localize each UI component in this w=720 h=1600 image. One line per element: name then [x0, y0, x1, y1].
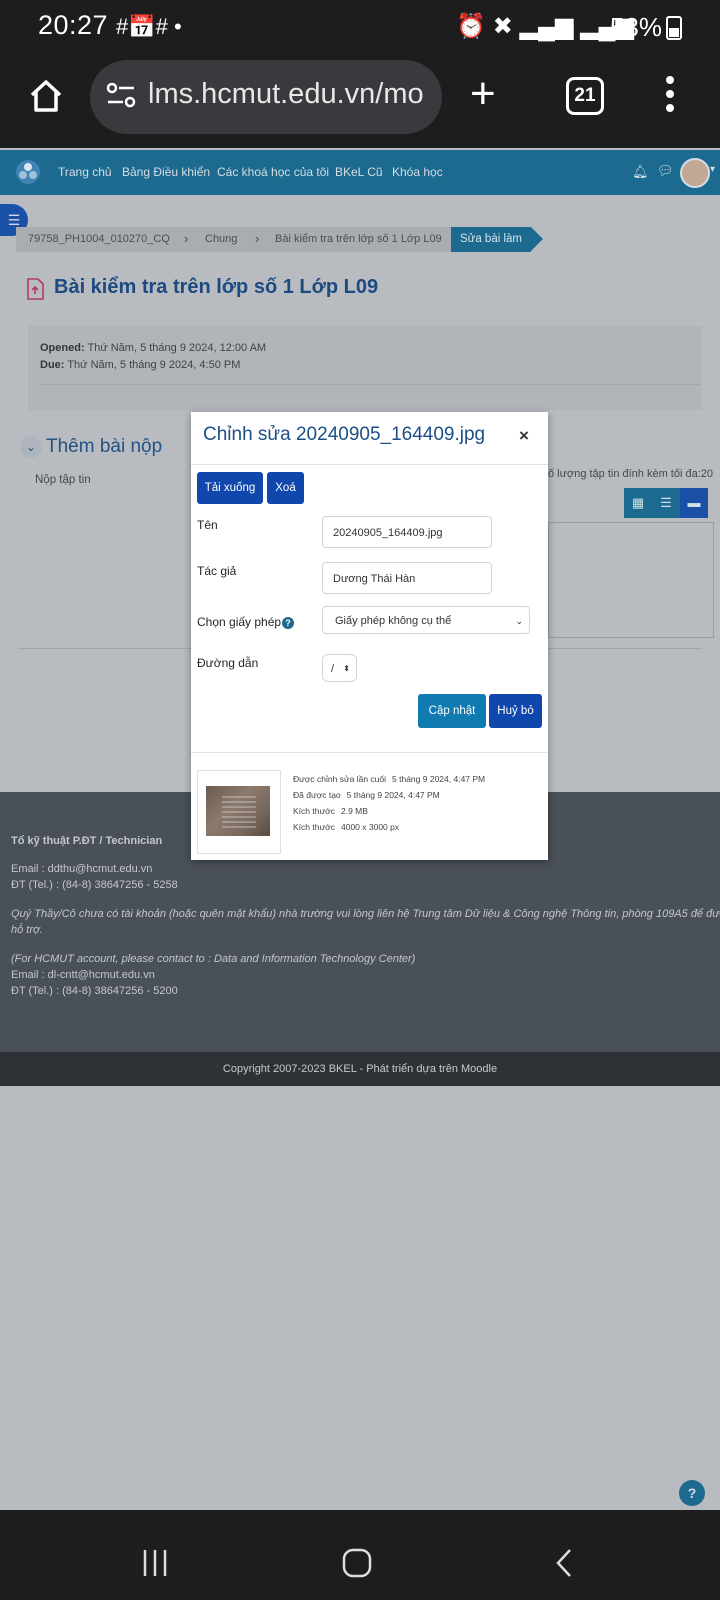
user-avatar[interactable] — [680, 158, 710, 188]
breadcrumb-arrow — [531, 227, 543, 251]
battery-icon — [666, 16, 682, 40]
section-title[interactable]: Thêm bài nộp — [46, 436, 162, 458]
copyright: Copyright 2007-2023 BKEL - Phát triển dự… — [0, 1052, 720, 1086]
address-bar[interactable]: lms.hcmut.edu.vn/mo — [90, 60, 442, 134]
status-bar: 20:27 #📅# • ⏰ ✖ ▂▄▆ ▂▄▆ 53% — [0, 0, 720, 52]
license-selected-value: Giấy phép không cụ thể — [335, 615, 452, 627]
footer-heading: Tổ kỹ thuật P.ĐT / Technician — [11, 835, 163, 847]
filename-input[interactable]: 20240905_164409.jpg — [322, 516, 492, 548]
footer-notice-line-2: hỗ trợ. — [11, 924, 43, 936]
license-select[interactable]: Giấy phép không cụ thể ⌄ — [322, 606, 530, 634]
name-label: Tên — [197, 518, 218, 532]
page-title: Bài kiểm tra trên lớp số 1 Lớp L09 — [54, 276, 379, 298]
chevron-down-icon[interactable]: ⌄ — [20, 436, 42, 458]
recent-apps-icon[interactable] — [140, 1548, 170, 1578]
download-button[interactable]: Tải xuống — [197, 472, 263, 504]
breadcrumb-section[interactable]: Chung — [205, 233, 237, 245]
file-thumbnail-image — [206, 786, 270, 836]
home-button-icon[interactable] — [342, 1548, 372, 1578]
nav-courses[interactable]: Khóa học — [392, 165, 443, 179]
author-label: Tác giả — [197, 564, 237, 578]
browser-toolbar: lms.hcmut.edu.vn/mo + 21 — [0, 52, 720, 148]
close-icon[interactable]: × — [519, 426, 529, 446]
path-selected-value: / — [331, 663, 335, 675]
opened-date: Opened: Thứ Năm, 5 tháng 9 2024, 12:00 A… — [40, 342, 267, 354]
edit-file-dialog: Chỉnh sửa 20240905_164409.jpg × Tải xuốn… — [191, 412, 548, 860]
footer-tel-2: ĐT (Tel.) : (84-8) 38647256 - 5200 — [11, 985, 178, 997]
meta-dimensions: Kích thước 4000 x 3000 px — [293, 822, 400, 832]
footer-notice-line-1: Quý Thầy/Cô chưa có tài khoản (hoặc quên… — [11, 908, 720, 920]
chevron-right-icon: › — [184, 231, 189, 246]
cancel-button[interactable]: Huỷ bỏ — [489, 694, 542, 728]
delete-button[interactable]: Xoá — [267, 472, 304, 504]
file-submission-label: Nộp tập tin — [35, 474, 91, 486]
meta-created: Đã được tạo 5 tháng 9 2024, 4:47 PM — [293, 790, 440, 800]
license-label: Chọn giấy phép — [197, 615, 282, 629]
footer-email-1[interactable]: Email : ddthu@hcmut.edu.vn — [11, 863, 152, 875]
nav-my-courses[interactable]: Các khoá học của tôi — [217, 165, 329, 179]
back-icon[interactable] — [550, 1548, 580, 1578]
dialog-divider — [191, 752, 548, 753]
help-icon[interactable]: ? — [282, 617, 294, 629]
notification-icons: #📅# • — [116, 14, 182, 39]
breadcrumb-assignment[interactable]: Bài kiểm tra trên lớp số 1 Lớp L09 — [275, 233, 442, 245]
system-navigation-bar — [0, 1510, 720, 1600]
chevron-right-icon: › — [255, 231, 260, 246]
file-drop-area[interactable] — [548, 522, 714, 638]
nav-home[interactable]: Trang chủ — [58, 165, 112, 179]
meta-filesize: Kích thước 2.9 MB — [293, 806, 368, 816]
new-tab-icon[interactable]: + — [470, 72, 496, 116]
bk-logo-icon[interactable] — [14, 158, 42, 186]
author-input[interactable]: Dương Thái Hàn — [322, 562, 492, 594]
footer-hcmut-note: (For HCMUT account, please contact to : … — [11, 953, 416, 965]
path-label: Đường dẫn — [197, 656, 259, 670]
update-button[interactable]: Cập nhật — [418, 694, 486, 728]
home-icon[interactable] — [28, 78, 64, 114]
grid-view-icon[interactable]: ▦ — [624, 488, 652, 518]
battery-percent: 53% — [609, 12, 662, 42]
nav-dashboard[interactable]: Bảng Điều khiển — [122, 165, 210, 179]
notification-bell-icon[interactable]: 🔔︎ — [632, 164, 649, 180]
list-view-icon[interactable]: ☰ — [652, 488, 680, 518]
system-status-icons: ⏰ ✖ ▂▄▆ ▂▄▆ — [456, 13, 634, 40]
url-text[interactable]: lms.hcmut.edu.vn/mo — [148, 78, 426, 111]
sort-arrows-icon: ⬍ — [343, 664, 350, 673]
path-select[interactable]: / ⬍ — [322, 654, 357, 682]
footer-tel-1: ĐT (Tel.) : (84-8) 38647256 - 5258 — [11, 879, 178, 891]
assignment-icon — [27, 278, 44, 300]
due-date: Due: Thứ Năm, 5 tháng 9 2024, 4:50 PM — [40, 359, 241, 371]
status-time: 20:27 — [38, 10, 109, 40]
site-settings-icon[interactable] — [106, 80, 136, 110]
site-navbar: Trang chủ Bảng Điều khiển Các khoá học c… — [0, 150, 720, 195]
folder-view-icon[interactable]: ▬ — [680, 488, 708, 518]
tab-switcher-button[interactable]: 21 — [566, 77, 604, 115]
footer-email-2[interactable]: Email : dl-cntt@hcmut.edu.vn — [11, 969, 155, 981]
dialog-title: Chỉnh sửa 20240905_164409.jpg — [203, 424, 486, 445]
messages-icon[interactable]: 💬︎ — [657, 163, 674, 179]
dialog-divider — [191, 464, 548, 465]
breadcrumb-course[interactable]: 79758_PH1004_010270_CQ — [28, 233, 170, 245]
more-options-icon[interactable] — [666, 76, 676, 118]
chevron-down-icon[interactable]: ▾ — [710, 164, 715, 175]
divider — [40, 384, 700, 385]
chevron-down-icon: ⌄ — [515, 616, 523, 626]
help-button[interactable]: ? — [679, 1480, 705, 1506]
meta-modified: Được chỉnh sửa lần cuối 5 tháng 9 2024, 4… — [293, 774, 486, 784]
breadcrumb-current: Sửa bài làm — [451, 227, 531, 252]
nav-old-bkel[interactable]: BKeL Cũ — [335, 165, 383, 179]
max-files-text: ố lượng tập tin đính kèm tối đa:20 — [548, 468, 714, 480]
